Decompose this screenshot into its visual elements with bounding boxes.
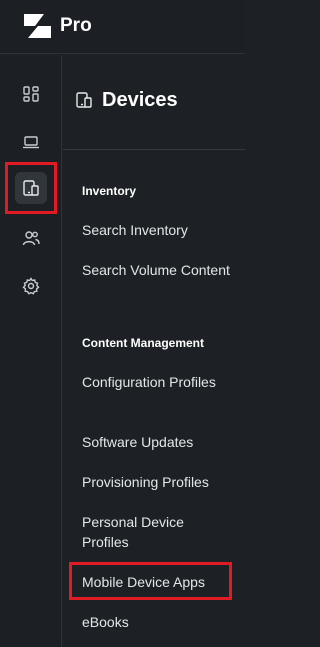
gear-icon [22,277,40,295]
nav-item-provisioning-profiles[interactable]: Provisioning Profiles [82,472,232,492]
brand-name: Pro [60,15,92,36]
rail-users-button[interactable] [15,222,47,254]
top-bar: Pro [0,0,245,54]
rail-dashboard-button[interactable] [15,78,47,110]
rail-computers-button[interactable] [15,126,47,158]
nav-item-search-volume-content[interactable]: Search Volume Content [82,260,232,280]
nav-item-software-updates[interactable]: Software Updates [82,432,232,452]
highlight-mobile-device-apps [69,562,232,600]
nav-item-search-inventory[interactable]: Search Inventory [82,220,232,240]
page-title: Devices [102,89,178,111]
users-icon [22,231,40,246]
dashboard-icon [23,86,39,102]
panel-header: Devices [63,55,245,150]
laptop-icon [23,136,39,149]
brand-logo-icon[interactable] [24,14,51,38]
nav-item-ebooks[interactable]: eBooks [82,612,232,632]
devices-panel: Devices Inventory Search Inventory Searc… [63,55,245,647]
nav-item-personal-device-profiles[interactable]: Personal Device Profiles [82,512,232,552]
nav-item-configuration-profiles[interactable]: Configuration Profiles [82,372,232,392]
section-label-content-management: Content Management [82,336,205,350]
icon-rail [0,55,62,647]
section-label-inventory: Inventory [82,184,137,198]
rail-settings-button[interactable] [15,270,47,302]
highlight-devices-rail [5,162,57,214]
devices-icon [76,92,92,108]
